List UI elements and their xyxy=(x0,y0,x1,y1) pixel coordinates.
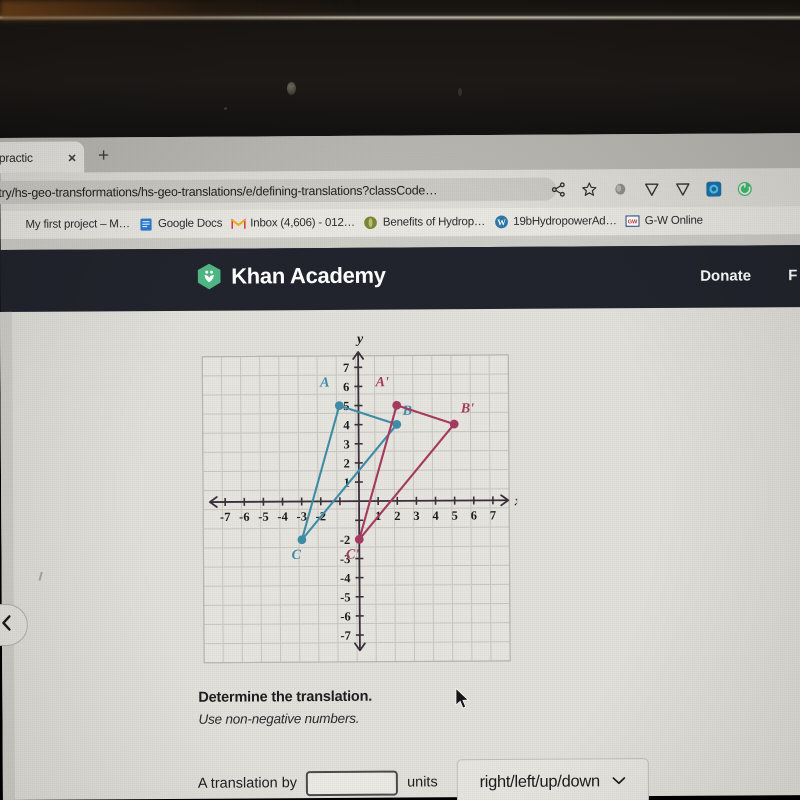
google-docs-icon xyxy=(139,217,153,231)
svg-text:C: C xyxy=(292,548,302,563)
browser-chrome: s (practic × + try/hs-geo-transformation… xyxy=(0,132,800,250)
blue-extension-icon[interactable] xyxy=(703,179,723,199)
svg-text:5: 5 xyxy=(452,509,458,523)
svg-text:W: W xyxy=(497,217,506,227)
direction-dropdown-label: right/left/up/down xyxy=(479,771,600,791)
svg-text:3: 3 xyxy=(413,509,419,523)
olive-circle-icon xyxy=(364,216,378,230)
svg-text:6: 6 xyxy=(471,508,477,522)
svg-text:-5: -5 xyxy=(258,510,269,524)
units-label: units xyxy=(406,774,438,791)
tab-title: s (practic xyxy=(0,150,33,165)
bookmark-item[interactable]: Benefits of Hydrop… xyxy=(364,215,485,230)
wordpress-icon: W xyxy=(494,215,508,229)
bezel-sensor-icon xyxy=(458,88,462,96)
svg-text:7: 7 xyxy=(490,508,496,522)
svg-text:2: 2 xyxy=(344,456,350,470)
previous-button[interactable] xyxy=(0,603,29,647)
green-extension-icon[interactable] xyxy=(734,178,754,198)
khan-academy-navbar: Khan Academy Donate F xyxy=(0,245,800,316)
new-tab-icon[interactable]: + xyxy=(98,145,109,166)
page-left-margin xyxy=(0,311,15,800)
svg-text:x: x xyxy=(514,494,519,509)
exercise-page: -7 -6 -5 -4 -3 -2 1 2 3 4 5 6 7 -7 -6 -5 -4 -3 -2 1 2 3 4 5 6 7 x y… xyxy=(0,307,800,800)
svg-text:2: 2 xyxy=(394,509,400,523)
bookmark-label: My first project – M… xyxy=(25,218,131,231)
khan-academy-logo-link[interactable]: Khan Academy xyxy=(196,262,386,291)
bookmark-label: 19bHydropowerAd… xyxy=(513,215,617,228)
bookmark-item[interactable]: Inbox (4,606) - 012… xyxy=(231,216,355,231)
svg-text:B': B' xyxy=(460,401,474,416)
gmail-icon xyxy=(231,217,246,231)
browser-tab[interactable]: s (practic × xyxy=(0,141,85,174)
screenshot-root: s (practic × + try/hs-geo-transformation… xyxy=(0,0,800,800)
bezel-speck xyxy=(224,107,227,110)
svg-text:-3: -3 xyxy=(296,509,307,523)
no-favicon xyxy=(6,218,20,232)
prompt-subtitle: Use non-negative numbers. xyxy=(198,710,360,727)
svg-text:-5: -5 xyxy=(340,590,351,604)
svg-text:5: 5 xyxy=(343,399,349,413)
bookmark-label: Benefits of Hydrop… xyxy=(382,216,486,229)
svg-text:B: B xyxy=(402,404,412,419)
svg-text:A: A xyxy=(319,376,329,391)
svg-text:A': A' xyxy=(375,375,389,390)
bookmark-item[interactable]: GW G-W Online xyxy=(625,214,703,228)
nav-link-truncated[interactable]: F xyxy=(788,267,797,284)
bookmark-item[interactable]: Google Docs xyxy=(139,217,222,232)
bookmark-label: Google Docs xyxy=(157,217,223,231)
bookmark-label: Inbox (4,606) - 012… xyxy=(250,216,355,230)
chevron-left-icon xyxy=(0,613,13,636)
coordinate-graph: -7 -6 -5 -4 -3 -2 1 2 3 4 5 6 7 -7 -6 -5 -4 -3 -2 1 2 3 4 5 6 7 x y… xyxy=(194,327,518,681)
extension-icon[interactable] xyxy=(610,179,630,199)
close-icon[interactable]: × xyxy=(65,149,76,165)
answer-lead-text: A translation by xyxy=(197,775,298,792)
gw-icon: GW xyxy=(625,214,640,228)
tab-strip: s (practic × + xyxy=(0,132,800,174)
svg-text:-6: -6 xyxy=(340,609,351,623)
page-title: Determine the translation. xyxy=(198,688,373,706)
svg-text:-2: -2 xyxy=(340,533,351,547)
photo-artifact xyxy=(38,571,43,581)
laptop-bezel xyxy=(0,0,800,138)
webcam-icon xyxy=(287,82,296,95)
svg-text:3: 3 xyxy=(343,437,349,451)
address-bar[interactable]: try/hs-geo-transformations/hs-geo-transl… xyxy=(0,177,557,205)
svg-text:-4: -4 xyxy=(277,510,288,524)
shield-extension-icon-2[interactable] xyxy=(672,179,692,199)
bookmarks-bar: My first project – M… Google Docs Inbox … xyxy=(0,205,800,239)
bookmark-item[interactable]: W 19bHydropowerAd… xyxy=(494,214,617,229)
chevron-down-icon xyxy=(612,772,626,790)
url-text: try/hs-geo-transformations/hs-geo-transl… xyxy=(0,182,438,200)
bookmark-label: G-W Online xyxy=(644,214,703,228)
svg-text:-7: -7 xyxy=(220,510,231,524)
translation-amount-input[interactable] xyxy=(305,770,399,796)
svg-text:GW: GW xyxy=(628,219,638,225)
graph-svg: -7 -6 -5 -4 -3 -2 1 2 3 4 5 6 7-7-6-5-4-3-21234567xy… xyxy=(201,332,519,664)
shield-extension-icon[interactable] xyxy=(641,179,661,199)
svg-text:C': C' xyxy=(346,548,359,563)
svg-text:4: 4 xyxy=(343,418,350,432)
share-icon[interactable] xyxy=(548,180,568,200)
bookmark-item[interactable]: My first project – M… xyxy=(6,217,130,232)
star-icon[interactable] xyxy=(579,179,599,199)
svg-text:-7: -7 xyxy=(340,629,351,643)
svg-text:7: 7 xyxy=(343,361,349,375)
omnibox-icons xyxy=(548,176,754,201)
direction-dropdown[interactable]: right/left/up/down xyxy=(456,758,649,800)
svg-text:y: y xyxy=(355,332,364,347)
khan-leaf-icon xyxy=(196,263,222,291)
svg-text:-6: -6 xyxy=(239,510,250,524)
svg-text:4: 4 xyxy=(432,509,439,523)
khan-academy-wordmark: Khan Academy xyxy=(231,262,386,289)
question-prompt: Determine the translation. Use non-negat… xyxy=(198,687,618,727)
bezel-reflection xyxy=(0,0,360,20)
mouse-cursor xyxy=(455,687,471,715)
svg-text:-4: -4 xyxy=(340,571,351,585)
answer-row: A translation by units right/left/up/dow… xyxy=(198,758,649,800)
donate-link[interactable]: Donate xyxy=(700,267,751,284)
svg-text:6: 6 xyxy=(343,380,349,394)
